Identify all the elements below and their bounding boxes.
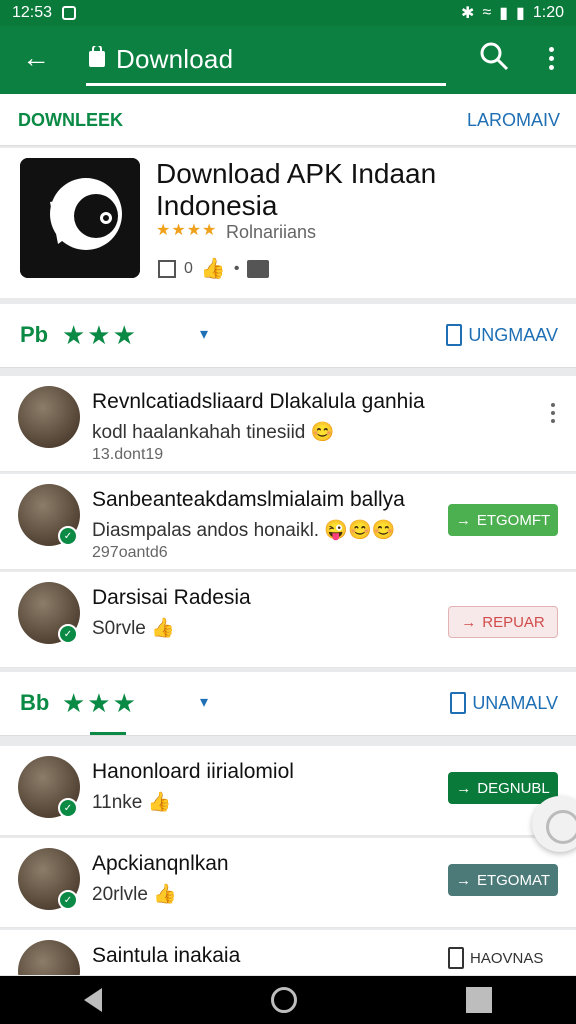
list-item-title: Sanbeanteakdamslmialaim ballya bbox=[92, 488, 405, 511]
action-label: REPUAR bbox=[482, 613, 545, 631]
more-dot bbox=[548, 55, 554, 61]
section-1-stars: ★★★ bbox=[62, 320, 138, 350]
arrow-right-icon: → bbox=[461, 613, 477, 631]
search-icon[interactable] bbox=[478, 40, 510, 72]
back-arrow-icon[interactable]: ← bbox=[18, 40, 54, 76]
list-item-meta: 13.dont19 bbox=[92, 446, 164, 463]
status-time-right: 1:20 bbox=[532, 4, 564, 21]
action-label: DEGNUBL bbox=[477, 779, 550, 797]
section-1-header: Pb ★★★ ▾ UNGMAAV bbox=[0, 304, 576, 368]
verified-badge-icon: ✓ bbox=[58, 526, 78, 546]
app-title: Download APK Indaan Indonesia bbox=[156, 158, 437, 221]
list-item-title: Revnlcatiadsliaard Dlakalula ganhia bbox=[92, 390, 425, 413]
system-navigation-bar bbox=[0, 976, 576, 1024]
section-1-label: Pb bbox=[20, 322, 49, 347]
list-item[interactable]: Revnlcatiadsliaard Dlakalula ganhia kodl… bbox=[0, 376, 576, 472]
section-2-label: Bb bbox=[20, 690, 50, 715]
more-dot bbox=[548, 64, 554, 70]
arrow-right-icon: → bbox=[455, 871, 471, 889]
search-query[interactable]: Download bbox=[116, 44, 233, 75]
shopping-bag-icon bbox=[88, 44, 106, 68]
tab-left[interactable]: DOWNLEEK bbox=[18, 110, 123, 131]
list-item-subtitle: 11nke 👍 bbox=[92, 792, 172, 813]
section-2-action[interactable]: UNAMALV bbox=[450, 692, 558, 714]
list-item[interactable]: ✓ Hanonloard iirialomiol 11nke 👍 → DEGNU… bbox=[0, 746, 576, 836]
list-item-action-button[interactable]: → DEGNUBL bbox=[448, 772, 558, 804]
action-label: ETGOMFT bbox=[476, 511, 551, 529]
list-item[interactable]: ✓ Darsisai Radesia S0rvle 👍 → REPUAR bbox=[0, 572, 576, 668]
arrow-right-icon: → bbox=[455, 511, 471, 529]
signal-icon: ▮ bbox=[499, 5, 509, 22]
status-right: ✱ ≈ ▮ ▮ 1:20 bbox=[461, 3, 564, 23]
section-2-stars: ★★★ bbox=[62, 688, 138, 718]
battery-icon: ▮ bbox=[516, 5, 525, 22]
thumbs-up-icon[interactable]: 👍 bbox=[201, 256, 226, 281]
app-bar: ← Download bbox=[0, 26, 576, 94]
action-label: ETGOMAT bbox=[476, 871, 551, 889]
list-item-title: Apckianqnlkan bbox=[92, 852, 229, 875]
nav-back-icon[interactable] bbox=[84, 988, 103, 1012]
section-2-underline bbox=[90, 732, 126, 735]
avatar bbox=[18, 940, 80, 975]
kebab-dot bbox=[551, 419, 555, 423]
overflow-menu-icon[interactable] bbox=[548, 396, 558, 430]
more-icon[interactable] bbox=[536, 40, 566, 76]
list-item[interactable]: Saintula inakaia HAOVNAS bbox=[0, 930, 576, 976]
action-label: HAOVNAS bbox=[470, 949, 544, 967]
list-item-action-button[interactable]: → ETGOMAT bbox=[448, 864, 558, 896]
wifi-icon: ≈ bbox=[482, 4, 492, 21]
list-item-subtitle: S0rvle 👍 bbox=[92, 618, 175, 639]
app-header-card: Download APK Indaan Indonesia ★★★★ Rolna… bbox=[0, 148, 576, 298]
verified-badge-icon: ✓ bbox=[58, 624, 78, 644]
list-item-meta: 297oantd6 bbox=[92, 544, 168, 561]
status-bar: 12:53 ✱ ≈ ▮ ▮ 1:20 bbox=[0, 0, 576, 26]
avatar bbox=[18, 386, 80, 448]
checkbox-icon[interactable] bbox=[158, 259, 176, 278]
meta-count: 0 bbox=[184, 259, 193, 277]
verified-badge-icon: ✓ bbox=[58, 798, 78, 818]
chevron-down-icon[interactable]: ▾ bbox=[200, 324, 208, 344]
section-1-action-label: UNGMAAV bbox=[468, 324, 558, 345]
list-item-action-button[interactable]: → REPUAR bbox=[448, 606, 558, 638]
list-item[interactable]: ✓ Sanbeanteakdamslmialaim ballya Diasmpa… bbox=[0, 474, 576, 570]
tabs-bar: DOWNLEEK LAROMAIV bbox=[0, 94, 576, 146]
nav-home-icon[interactable] bbox=[270, 987, 297, 1013]
arrow-right-icon: → bbox=[456, 779, 472, 797]
section-2-action-label: UNAMALV bbox=[472, 692, 558, 713]
list-item-title: Hanonloard iirialomiol bbox=[92, 760, 294, 783]
list-item-subtitle: 20rlvle 👍 bbox=[92, 884, 177, 905]
list-item[interactable]: ✓ Apckianqnlkan 20rlvle 👍 → ETGOMAT bbox=[0, 838, 576, 928]
search-box[interactable]: Download bbox=[86, 34, 446, 86]
list-item-action-button[interactable]: → ETGOMFT bbox=[448, 504, 558, 536]
list-item-subtitle: kodl haalankahah tinesiid 😊 bbox=[92, 422, 335, 443]
bag-outline-icon bbox=[450, 692, 467, 714]
app-icon bbox=[20, 158, 140, 278]
list-item-title: Saintula inakaia bbox=[92, 944, 241, 967]
bag-outline-icon bbox=[446, 324, 463, 346]
kebab-dot bbox=[551, 411, 555, 415]
status-app-icon bbox=[62, 6, 77, 20]
bag-outline-icon bbox=[448, 947, 464, 969]
section-1-action[interactable]: UNGMAAV bbox=[446, 324, 558, 346]
verified-badge-icon: ✓ bbox=[58, 890, 78, 910]
list-item-subtitle: Diasmpalas andos honaikl. 😜😊😊 bbox=[92, 520, 396, 541]
list-item-title: Darsisai Radesia bbox=[92, 586, 251, 609]
app-rating-stars: ★★★★ bbox=[156, 222, 218, 239]
app-meta-row: 0 👍 • bbox=[158, 256, 270, 281]
status-time-left: 12:53 bbox=[12, 4, 53, 21]
kebab-dot bbox=[551, 403, 555, 407]
bluetooth-icon: ✱ bbox=[461, 5, 475, 22]
app-rating-label: Rolnariians bbox=[226, 222, 317, 242]
nav-recents-icon[interactable] bbox=[465, 987, 492, 1013]
tab-right[interactable]: LAROMAIV bbox=[467, 110, 560, 131]
section-2-header: Bb ★★★ ▾ UNAMALV bbox=[0, 672, 576, 736]
chevron-down-icon[interactable]: ▾ bbox=[200, 692, 208, 712]
status-left: 12:53 bbox=[12, 4, 77, 22]
mail-icon[interactable] bbox=[247, 259, 270, 278]
more-dot bbox=[548, 46, 554, 52]
list-item-action-button[interactable]: HAOVNAS bbox=[448, 942, 558, 974]
meta-dot: • bbox=[233, 259, 240, 277]
